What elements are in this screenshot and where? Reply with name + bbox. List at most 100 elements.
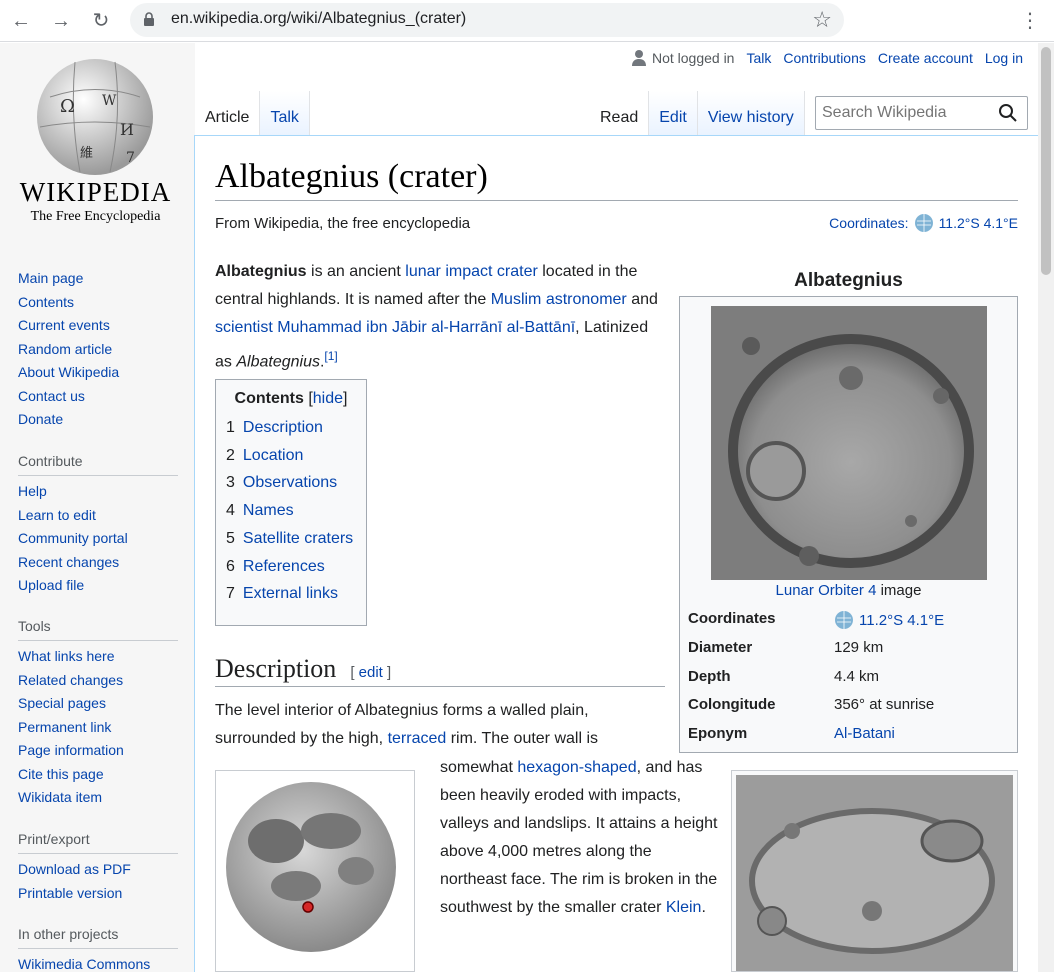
nav-wikimedia-commons[interactable]: Wikimedia Commons: [18, 953, 178, 977]
al-batani-link[interactable]: Al-Batani: [834, 725, 895, 742]
caption-text: image: [876, 582, 922, 599]
nav-upload-file[interactable]: Upload file: [18, 574, 178, 598]
toc-link-external-links[interactable]: External links: [243, 585, 338, 602]
nav-learn-to-edit[interactable]: Learn to edit: [18, 504, 178, 528]
moon-location-thumbnail[interactable]: [215, 770, 415, 972]
toc-header: Contents [hide]: [234, 390, 348, 407]
reference-link[interactable]: [1]: [324, 349, 337, 363]
muslim-astronomer-link[interactable]: Muslim astronomer: [491, 291, 627, 308]
nav-contents[interactable]: Contents: [18, 291, 178, 315]
wikipedia-logo[interactable]: Ω W И 維 7 WIKIPEDIA The Free Encyclopedi…: [18, 57, 173, 257]
tools-portal: Tools What links here Related changes Sp…: [18, 618, 178, 810]
sidebar: Ω W И 維 7 WIKIPEDIA The Free Encyclopedi…: [0, 43, 195, 972]
nav-wikidata-item[interactable]: Wikidata item: [18, 786, 178, 810]
toc-number: 7: [226, 585, 235, 603]
address-bar[interactable]: en.wikipedia.org/wiki/Albategnius_(crate…: [130, 3, 844, 37]
toc-item[interactable]: 7 External links: [224, 580, 358, 608]
intro-text: is an ancient: [306, 263, 406, 280]
bookmark-star-icon[interactable]: ☆: [812, 7, 832, 33]
create-account-link[interactable]: Create account: [878, 50, 973, 66]
toc-item[interactable]: 4 Names: [224, 497, 358, 525]
tab-view-history[interactable]: View history: [697, 91, 805, 135]
al-battani-link[interactable]: Muhammad ibn Jābir al-Harrānī al-Battānī: [277, 319, 575, 336]
nav-help[interactable]: Help: [18, 480, 178, 504]
crater-oblique-thumbnail[interactable]: [731, 770, 1018, 972]
infobox-value: 4.4 km: [834, 668, 880, 685]
hexagon-link[interactable]: hexagon-shaped: [517, 759, 636, 776]
scrollbar-thumb[interactable]: [1041, 47, 1051, 275]
crater-photo[interactable]: [711, 306, 987, 580]
toc-number: 2: [226, 446, 235, 464]
infobox-coordinates-link[interactable]: 11.2°S 4.1°E: [859, 612, 944, 629]
reload-icon[interactable]: ↻: [88, 8, 114, 34]
infobox: Lunar Orbiter 4 image Coordinates 11.2°S…: [679, 296, 1018, 753]
tab-edit[interactable]: Edit: [649, 91, 698, 135]
nav-community-portal[interactable]: Community portal: [18, 527, 178, 551]
browser-toolbar: ← → ↻ en.wikipedia.org/wiki/Albategnius_…: [0, 0, 1054, 42]
crater-oblique-image[interactable]: [732, 771, 1017, 971]
svg-text:維: 維: [80, 146, 93, 161]
toc-item[interactable]: 6 References: [224, 553, 358, 581]
menu-kebab-icon[interactable]: ⋮: [1020, 8, 1040, 33]
toc-link-references[interactable]: References: [243, 558, 325, 575]
toc-item[interactable]: 2 Location: [224, 442, 358, 470]
klein-link[interactable]: Klein: [666, 899, 702, 916]
portal-heading: In other projects: [18, 926, 178, 949]
scientist-link[interactable]: scientist: [215, 319, 273, 336]
nav-page-information[interactable]: Page information: [18, 739, 178, 763]
toc-number: 1: [226, 419, 235, 436]
lunar-orbiter-link[interactable]: Lunar Orbiter 4: [776, 582, 877, 599]
search-icon[interactable]: [998, 103, 1018, 123]
toc-number: 5: [226, 529, 235, 547]
moon-map-image[interactable]: [216, 771, 414, 971]
toc-link-location[interactable]: Location: [243, 447, 304, 464]
section-edit-link[interactable]: edit: [359, 664, 383, 681]
toc-link-satellite-craters[interactable]: Satellite craters: [243, 530, 353, 547]
terraced-link[interactable]: terraced: [388, 730, 447, 747]
coordinates-link[interactable]: 11.2°S 4.1°E: [939, 215, 1018, 231]
contributions-link[interactable]: Contributions: [783, 50, 866, 66]
nav-recent-changes[interactable]: Recent changes: [18, 551, 178, 575]
infobox-row-depth: Depth 4.4 km: [688, 668, 1008, 685]
intro-italic: Albategnius: [236, 353, 320, 371]
url-text[interactable]: en.wikipedia.org/wiki/Albategnius_(crate…: [171, 10, 466, 28]
log-in-link[interactable]: Log in: [985, 50, 1023, 66]
lunar-impact-crater-link[interactable]: lunar impact crater: [405, 263, 538, 280]
tab-talk[interactable]: Talk: [260, 91, 310, 135]
nav-permanent-link[interactable]: Permanent link: [18, 716, 178, 740]
nav-special-pages[interactable]: Special pages: [18, 692, 178, 716]
namespace-tabs: Article Talk: [195, 91, 310, 135]
toc-item[interactable]: 1 Description: [224, 414, 358, 442]
nav-download-pdf[interactable]: Download as PDF: [18, 858, 178, 882]
table-of-contents: Contents [hide] 1 Description 2 Location 3…: [215, 379, 367, 626]
search-input[interactable]: [815, 96, 1028, 130]
forward-icon[interactable]: →: [48, 8, 74, 34]
toc-link-observations[interactable]: Observations: [243, 474, 337, 491]
toc-hide-link[interactable]: hide: [313, 390, 343, 407]
tab-article[interactable]: Article: [195, 91, 261, 135]
nav-cite-this-page[interactable]: Cite this page: [18, 763, 178, 787]
desc-text: .: [701, 899, 706, 916]
back-icon[interactable]: ←: [8, 8, 34, 34]
nav-donate[interactable]: Donate: [18, 408, 178, 432]
nav-about[interactable]: About Wikipedia: [18, 361, 178, 385]
nav-related-changes[interactable]: Related changes: [18, 669, 178, 693]
globe-icon[interactable]: [834, 610, 854, 630]
description-paragraph-wrap: somewhat hexagon-shaped, and has been he…: [440, 754, 720, 922]
toc-link-names[interactable]: Names: [243, 502, 294, 519]
nav-random-article[interactable]: Random article: [18, 338, 178, 362]
nav-main-page[interactable]: Main page: [18, 267, 178, 291]
toc-item[interactable]: 3 Observations: [224, 469, 358, 497]
nav-contact[interactable]: Contact us: [18, 385, 178, 409]
talk-link[interactable]: Talk: [746, 50, 771, 66]
globe-icon[interactable]: [914, 213, 934, 233]
nav-what-links-here[interactable]: What links here: [18, 645, 178, 669]
nav-current-events[interactable]: Current events: [18, 314, 178, 338]
svg-text:Ω: Ω: [60, 96, 75, 117]
toc-item[interactable]: 5 Satellite craters: [224, 525, 358, 553]
nav-printable-version[interactable]: Printable version: [18, 882, 178, 906]
toc-link-description[interactable]: Description: [243, 419, 323, 436]
tab-read[interactable]: Read: [590, 91, 650, 135]
page-scrollbar[interactable]: [1038, 43, 1054, 972]
infobox-image-caption: Lunar Orbiter 4 image: [680, 582, 1017, 599]
